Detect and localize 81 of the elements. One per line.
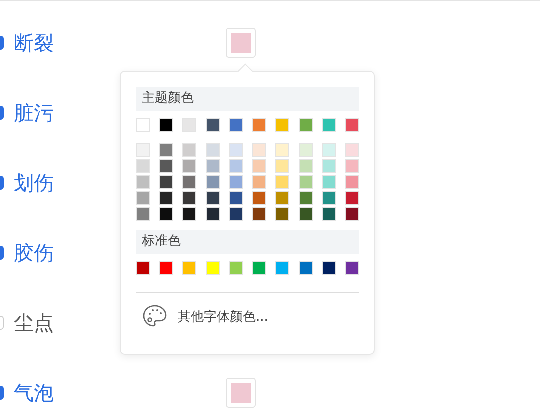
color-swatch[interactable]	[136, 143, 150, 157]
color-swatch[interactable]	[252, 191, 266, 205]
color-swatch[interactable]	[136, 261, 150, 275]
checkbox-label[interactable]: 脏污	[14, 100, 54, 126]
color-swatch[interactable]	[252, 207, 266, 221]
color-swatch[interactable]	[322, 191, 336, 205]
color-swatch[interactable]	[228, 261, 243, 275]
section-header: 主题颜色	[136, 87, 359, 111]
color-swatch[interactable]	[206, 261, 220, 275]
color-swatch[interactable]	[344, 159, 359, 173]
color-swatch[interactable]	[182, 261, 196, 275]
color-swatch[interactable]	[344, 191, 359, 205]
color-swatch[interactable]	[298, 261, 313, 275]
color-swatch[interactable]	[344, 143, 359, 157]
color-swatch[interactable]	[275, 159, 290, 173]
color-swatch[interactable]	[136, 159, 150, 173]
color-swatch[interactable]	[182, 143, 196, 157]
color-swatch[interactable]	[136, 191, 150, 205]
color-swatch[interactable]	[228, 118, 243, 132]
color-swatch[interactable]	[298, 118, 313, 132]
color-swatch[interactable]	[182, 191, 196, 205]
color-swatch[interactable]	[322, 207, 336, 221]
checkbox-label[interactable]: 气泡	[14, 380, 54, 406]
color-button[interactable]	[226, 378, 256, 408]
color-swatch[interactable]	[275, 191, 290, 205]
color-swatch[interactable]	[322, 261, 336, 275]
more-colors-option[interactable]: 其他字体颜色...	[136, 303, 359, 331]
color-swatch[interactable]	[206, 191, 220, 205]
color-swatch[interactable]	[322, 143, 336, 157]
color-swatch[interactable]	[206, 159, 220, 173]
color-swatch[interactable]	[136, 207, 150, 221]
color-swatch[interactable]	[228, 207, 243, 221]
color-swatch[interactable]	[275, 175, 290, 189]
color-swatch[interactable]	[344, 118, 359, 132]
color-swatch[interactable]	[159, 118, 174, 132]
color-swatch[interactable]	[206, 143, 220, 157]
color-swatch[interactable]	[298, 191, 313, 205]
color-swatch[interactable]	[298, 143, 313, 157]
color-swatch[interactable]	[182, 175, 196, 189]
color-swatch[interactable]	[252, 118, 266, 132]
color-swatch[interactable]	[228, 175, 243, 189]
color-swatch[interactable]	[275, 261, 290, 275]
color-swatch[interactable]	[136, 118, 150, 132]
color-button[interactable]	[226, 28, 256, 58]
color-swatch[interactable]	[159, 175, 174, 189]
color-swatch[interactable]	[206, 175, 220, 189]
color-swatch[interactable]	[228, 159, 243, 173]
color-swatch[interactable]	[159, 261, 174, 275]
color-swatch[interactable]	[182, 118, 196, 132]
color-swatch[interactable]	[136, 175, 150, 189]
color-swatch[interactable]	[298, 159, 313, 173]
color-swatch[interactable]	[252, 261, 266, 275]
checkbox-label[interactable]: 断裂	[14, 30, 54, 56]
color-swatch[interactable]	[252, 159, 266, 173]
checkbox-label[interactable]: 尘点	[14, 310, 54, 336]
color-swatch[interactable]	[159, 143, 174, 157]
color-swatch[interactable]	[322, 175, 336, 189]
color-swatch[interactable]	[252, 143, 266, 157]
color-swatch[interactable]	[182, 159, 196, 173]
color-swatch[interactable]	[322, 159, 336, 173]
color-swatch[interactable]	[344, 261, 359, 275]
color-swatch[interactable]	[182, 207, 196, 221]
checkbox-label[interactable]: 划伤	[14, 170, 54, 196]
color-swatch[interactable]	[344, 175, 359, 189]
color-swatch[interactable]	[159, 159, 174, 173]
color-swatch[interactable]	[228, 191, 243, 205]
color-swatch[interactable]	[159, 207, 174, 221]
color-swatch[interactable]	[159, 191, 174, 205]
color-swatch[interactable]	[298, 207, 313, 221]
color-swatch[interactable]	[298, 175, 313, 189]
color-swatch[interactable]	[206, 118, 220, 132]
color-swatch[interactable]	[228, 143, 243, 157]
color-swatch[interactable]	[275, 143, 290, 157]
color-swatch[interactable]	[252, 175, 266, 189]
color-swatch[interactable]	[275, 207, 290, 221]
color-swatch[interactable]	[206, 207, 220, 221]
color-swatch[interactable]	[344, 207, 359, 221]
color-swatch[interactable]	[275, 118, 290, 132]
color-swatch[interactable]	[322, 118, 336, 132]
checkbox-label[interactable]: 胶伤	[14, 240, 54, 266]
section-header: 标准色	[136, 230, 359, 254]
